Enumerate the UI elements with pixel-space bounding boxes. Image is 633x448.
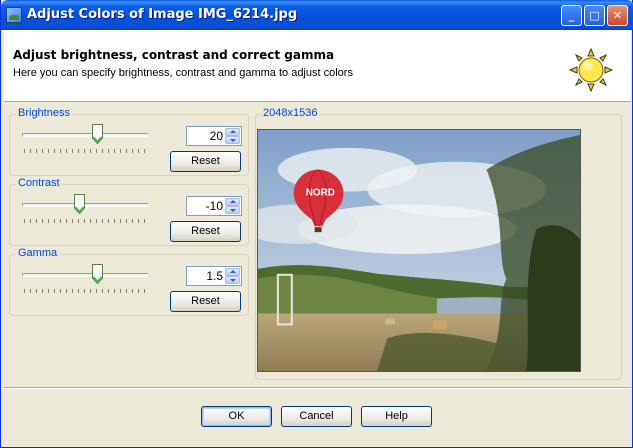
brightness-label: Brightness <box>16 107 72 119</box>
balloon-text: NORD <box>306 187 335 198</box>
gamma-slider-thumb[interactable] <box>92 264 103 284</box>
title-bar[interactable]: Adjust Colors of Image IMG_6214.jpg _ □ … <box>1 0 633 30</box>
gamma-value[interactable]: 1.5 <box>206 269 223 283</box>
contrast-value[interactable]: -10 <box>206 199 223 213</box>
contrast-ticks <box>24 219 146 223</box>
maximize-button[interactable]: □ <box>584 5 605 26</box>
dialog-window: Adjust Colors of Image IMG_6214.jpg _ □ … <box>0 0 633 448</box>
gamma-reset-button[interactable]: Reset <box>170 291 241 312</box>
image-dimensions-label: 2048x1536 <box>261 107 320 119</box>
contrast-reset-button[interactable]: Reset <box>170 221 241 242</box>
contrast-slider-thumb[interactable] <box>74 194 85 214</box>
window-title: Adjust Colors of Image IMG_6214.jpg <box>27 7 298 22</box>
gamma-ticks <box>24 289 146 293</box>
close-button[interactable]: ✕ <box>607 5 628 26</box>
contrast-spin-down[interactable] <box>225 206 240 214</box>
brightness-spinbox[interactable]: 20 <box>186 126 242 146</box>
brightness-group: Brightness 20 Reset <box>9 107 249 176</box>
gamma-group: Gamma 1.5 Reset <box>9 247 249 316</box>
header-subtitle: Here you can specify brightness, contras… <box>13 67 353 79</box>
cancel-button[interactable]: Cancel <box>281 406 352 427</box>
brightness-spin-up[interactable] <box>225 128 240 136</box>
contrast-slider-track[interactable] <box>22 203 148 207</box>
image-preview: NORD <box>257 129 581 372</box>
brightness-value[interactable]: 20 <box>210 129 223 143</box>
brightness-slider-track[interactable] <box>22 133 148 137</box>
brightness-reset-button[interactable]: Reset <box>170 151 241 172</box>
ok-button[interactable]: OK <box>201 406 272 427</box>
gamma-spin-down[interactable] <box>225 276 240 284</box>
image-app-icon <box>6 7 22 23</box>
sun-icon <box>569 48 613 92</box>
minimize-button[interactable]: _ <box>561 5 582 26</box>
gamma-slider-track[interactable] <box>22 273 148 277</box>
preview-group: 2048x1536 NORD <box>255 107 622 380</box>
contrast-spinbox[interactable]: -10 <box>186 196 242 216</box>
gamma-label: Gamma <box>16 247 60 259</box>
help-button[interactable]: Help <box>361 406 432 427</box>
brightness-slider-thumb[interactable] <box>92 124 103 144</box>
contrast-group: Contrast -10 Reset <box>9 177 249 246</box>
dialog-header: Adjust brightness, contrast and correct … <box>4 30 631 102</box>
header-title: Adjust brightness, contrast and correct … <box>13 48 335 62</box>
contrast-label: Contrast <box>16 177 62 189</box>
brightness-ticks <box>24 149 146 153</box>
gamma-spinbox[interactable]: 1.5 <box>186 266 242 286</box>
contrast-spin-up[interactable] <box>225 198 240 206</box>
gamma-spin-up[interactable] <box>225 268 240 276</box>
brightness-spin-down[interactable] <box>225 136 240 144</box>
footer-divider <box>4 387 631 389</box>
